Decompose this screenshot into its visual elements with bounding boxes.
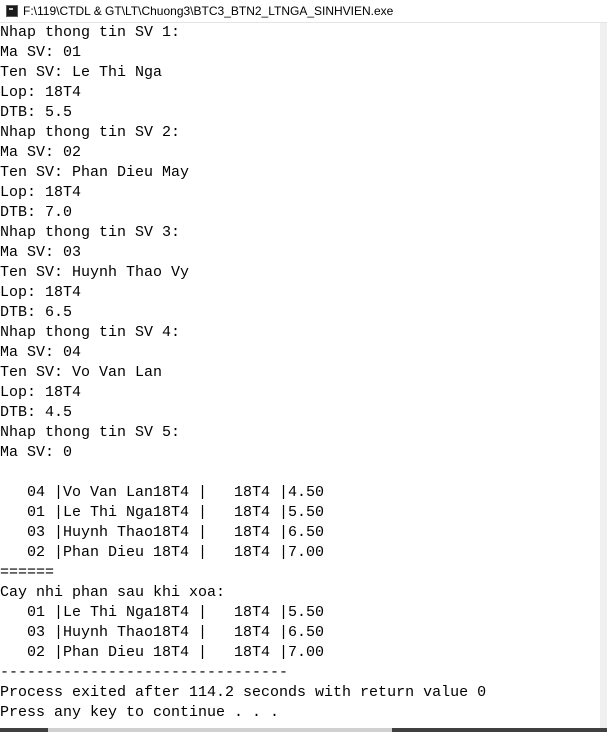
console-line: Nhap thong tin SV 5: bbox=[0, 424, 181, 441]
console-line: ====== bbox=[0, 564, 55, 581]
console-output[interactable]: Nhap thong tin SV 1: Ma SV: 01 Ten SV: L… bbox=[0, 23, 600, 728]
console-line: Ma SV: 04 bbox=[0, 344, 82, 361]
console-line: 02 |Phan Dieu 18T4 | 18T4 |7.00 bbox=[0, 544, 325, 561]
vertical-scrollbar[interactable] bbox=[600, 23, 607, 728]
console-line: Cay nhi phan sau khi xoa: bbox=[0, 584, 226, 601]
console-line: Nhap thong tin SV 2: bbox=[0, 124, 181, 141]
console-line: 04 |Vo Van Lan18T4 | 18T4 |4.50 bbox=[0, 484, 325, 501]
console-line: Ten SV: Huynh Thao Vy bbox=[0, 264, 190, 281]
window-titlebar[interactable]: F:\119\CTDL & GT\LT\Chuong3\BTC3_BTN2_LT… bbox=[0, 0, 607, 23]
console-line: 03 |Huynh Thao18T4 | 18T4 |6.50 bbox=[0, 624, 325, 641]
console-line: DTB: 5.5 bbox=[0, 104, 73, 121]
console-line: Ma SV: 03 bbox=[0, 244, 82, 261]
console-line: Nhap thong tin SV 4: bbox=[0, 324, 181, 341]
console-line: Ten SV: Phan Dieu May bbox=[0, 164, 190, 181]
console-line: Ten SV: Le Thi Nga bbox=[0, 64, 163, 81]
console-line: Lop: 18T4 bbox=[0, 284, 82, 301]
horizontal-scrollbar-thumb-left[interactable] bbox=[0, 728, 48, 732]
console-line: Nhap thong tin SV 3: bbox=[0, 224, 181, 241]
console-line: Process exited after 114.2 seconds with … bbox=[0, 684, 487, 701]
window-title: F:\119\CTDL & GT\LT\Chuong3\BTC3_BTN2_LT… bbox=[23, 4, 394, 18]
console-line: DTB: 7.0 bbox=[0, 204, 73, 221]
console-app-icon bbox=[6, 5, 18, 17]
console-line: 01 |Le Thi Nga18T4 | 18T4 |5.50 bbox=[0, 604, 325, 621]
console-line: 02 |Phan Dieu 18T4 | 18T4 |7.00 bbox=[0, 644, 325, 661]
horizontal-scrollbar-thumb-right[interactable] bbox=[392, 728, 607, 732]
console-line: Lop: 18T4 bbox=[0, 184, 82, 201]
console-line: Lop: 18T4 bbox=[0, 84, 82, 101]
console-line: Ma SV: 01 bbox=[0, 44, 82, 61]
console-line: 01 |Le Thi Nga18T4 | 18T4 |5.50 bbox=[0, 504, 325, 521]
console-line: DTB: 4.5 bbox=[0, 404, 73, 421]
console-line: Nhap thong tin SV 1: bbox=[0, 24, 181, 41]
console-line: Ma SV: 02 bbox=[0, 144, 82, 161]
console-line: DTB: 6.5 bbox=[0, 304, 73, 321]
console-line: -------------------------------- bbox=[0, 664, 289, 681]
console-line: Lop: 18T4 bbox=[0, 384, 82, 401]
console-line: Ten SV: Vo Van Lan bbox=[0, 364, 163, 381]
console-line: Ma SV: 0 bbox=[0, 444, 73, 461]
console-line: 03 |Huynh Thao18T4 | 18T4 |6.50 bbox=[0, 524, 325, 541]
console-line: Press any key to continue . . . bbox=[0, 704, 280, 721]
